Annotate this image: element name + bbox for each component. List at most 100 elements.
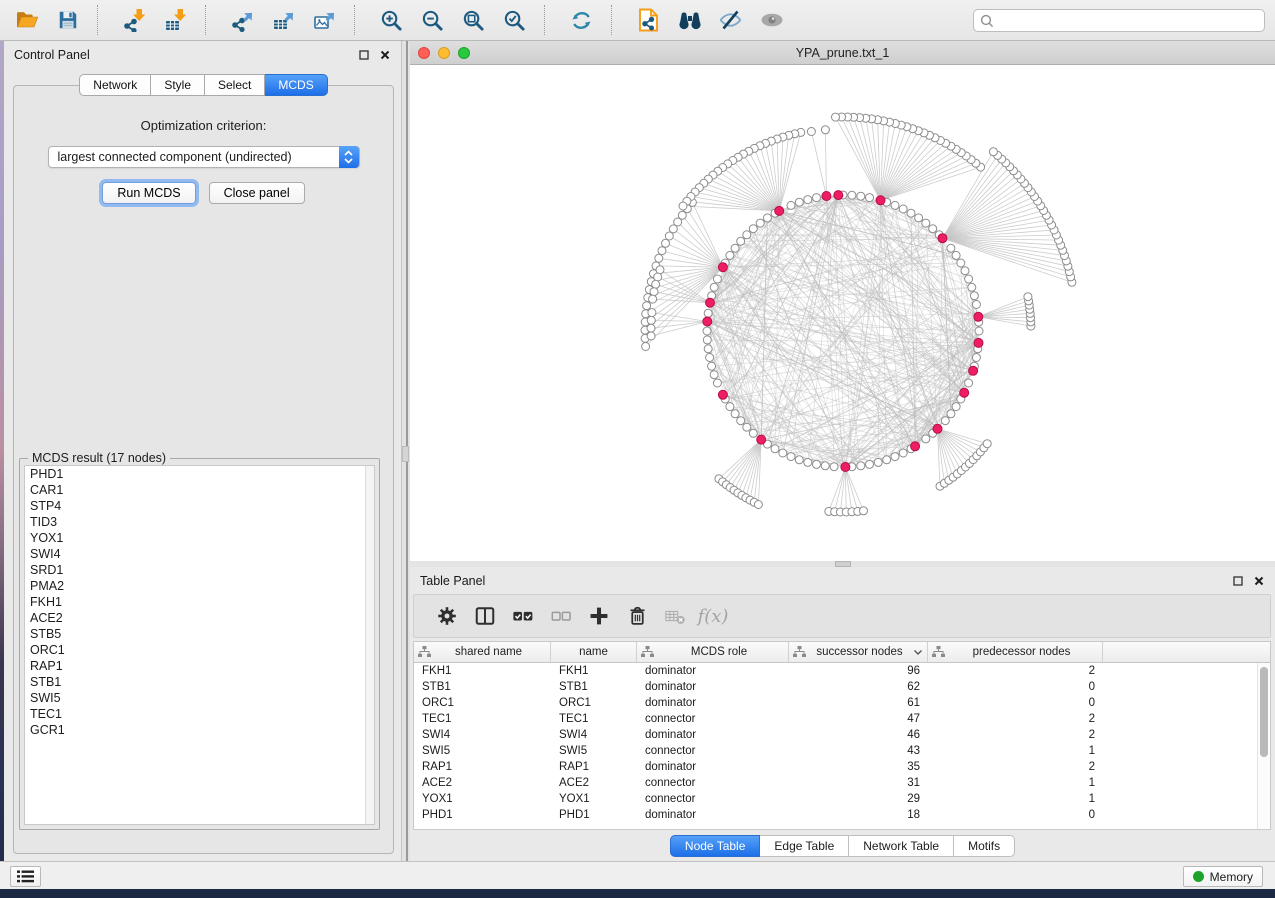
import-table-button[interactable] xyxy=(155,3,196,37)
result-list-item[interactable]: ORC1 xyxy=(25,642,374,658)
result-scrollbar[interactable] xyxy=(365,466,374,824)
add-column-button[interactable] xyxy=(580,598,618,634)
cell-successor-nodes: 18 xyxy=(789,809,928,821)
table-panel-title: Table Panel xyxy=(420,574,485,588)
column-header-predecessor-nodes[interactable]: predecessor nodes xyxy=(928,642,1103,662)
select-all-rows-button[interactable] xyxy=(504,598,542,634)
result-list-item[interactable]: STB1 xyxy=(25,674,374,690)
result-list-item[interactable]: YOX1 xyxy=(25,530,374,546)
network-canvas[interactable] xyxy=(410,65,1275,561)
memory-button[interactable]: Memory xyxy=(1183,866,1263,887)
cell-shared-name: YOX1 xyxy=(414,793,551,805)
toolbar-buttons xyxy=(6,3,792,37)
cell-predecessor-nodes: 2 xyxy=(928,665,1103,677)
table-scrollbar-thumb[interactable] xyxy=(1260,667,1268,757)
tab-mcds[interactable]: MCDS xyxy=(265,74,327,96)
zoom-selected-button[interactable] xyxy=(494,3,535,37)
cell-name: ACE2 xyxy=(551,777,637,789)
hierarchy-icon xyxy=(793,646,806,658)
table-row[interactable]: RAP1RAP1dominator352 xyxy=(414,759,1270,775)
zoom-in-button[interactable] xyxy=(371,3,412,37)
vertical-splitter[interactable] xyxy=(402,41,410,862)
import-network-icon xyxy=(123,8,147,32)
column-header-successor-nodes[interactable]: successor nodes xyxy=(789,642,928,662)
export-image-icon xyxy=(313,8,337,32)
close-panel-icon[interactable] xyxy=(379,49,391,61)
refresh-button[interactable] xyxy=(561,3,602,37)
cell-shared-name: RAP1 xyxy=(414,761,551,773)
column-header-MCDS-role[interactable]: MCDS role xyxy=(637,642,789,662)
table-row[interactable]: ORC1ORC1dominator610 xyxy=(414,695,1270,711)
tab-network-table[interactable]: Network Table xyxy=(849,835,954,857)
table-row[interactable]: TEC1TEC1connector472 xyxy=(414,711,1270,727)
gear-icon xyxy=(436,605,458,627)
open-file-button[interactable] xyxy=(6,3,47,37)
result-list-item[interactable]: TID3 xyxy=(25,514,374,530)
result-list-item[interactable]: SRD1 xyxy=(25,562,374,578)
tab-motifs[interactable]: Motifs xyxy=(954,835,1015,857)
result-list-item[interactable]: SWI5 xyxy=(25,690,374,706)
new-network-from-selection-button[interactable] xyxy=(628,3,669,37)
close-panel-button[interactable]: Close panel xyxy=(209,182,305,204)
zoom-out-button[interactable] xyxy=(412,3,453,37)
tab-style[interactable]: Style xyxy=(151,74,205,96)
float-panel-icon[interactable] xyxy=(358,49,370,61)
run-mcds-button[interactable]: Run MCDS xyxy=(102,182,195,204)
table-row[interactable]: YOX1YOX1connector291 xyxy=(414,791,1270,807)
result-list-item[interactable]: PMA2 xyxy=(25,578,374,594)
find-button[interactable] xyxy=(669,3,710,37)
result-list-item[interactable]: CAR1 xyxy=(25,482,374,498)
result-list-item[interactable]: GCR1 xyxy=(25,722,374,738)
splitter-grip[interactable] xyxy=(402,446,409,462)
table-x-icon xyxy=(663,605,687,627)
export-table-icon xyxy=(272,8,296,32)
result-list-item[interactable]: ACE2 xyxy=(25,610,374,626)
result-list-item[interactable]: FKH1 xyxy=(25,594,374,610)
column-layout-button[interactable] xyxy=(466,598,504,634)
mcds-result-list[interactable]: PHD1CAR1STP4TID3YOX1SWI4SRD1PMA2FKH1ACE2… xyxy=(24,465,375,825)
deselect-all-rows-button[interactable] xyxy=(542,598,580,634)
table-row[interactable]: SWI5SWI5connector431 xyxy=(414,743,1270,759)
table-row[interactable]: FKH1FKH1dominator962 xyxy=(414,663,1270,679)
memory-status-icon xyxy=(1193,871,1204,882)
result-list-item[interactable]: SWI4 xyxy=(25,546,374,562)
export-table-button[interactable] xyxy=(263,3,304,37)
export-image-button[interactable] xyxy=(304,3,345,37)
table-row[interactable]: SWI4SWI4dominator462 xyxy=(414,727,1270,743)
result-list-item[interactable]: RAP1 xyxy=(25,658,374,674)
cell-successor-nodes: 62 xyxy=(789,681,928,693)
save-session-button[interactable] xyxy=(47,3,88,37)
delete-column-button[interactable] xyxy=(618,598,656,634)
tab-node-table[interactable]: Node Table xyxy=(670,835,761,857)
cell-name: FKH1 xyxy=(551,665,637,677)
export-network-button[interactable] xyxy=(222,3,263,37)
table-settings-button[interactable] xyxy=(428,598,466,634)
tab-edge-table[interactable]: Edge Table xyxy=(760,835,849,857)
table-row[interactable]: STB1STB1dominator620 xyxy=(414,679,1270,695)
result-list-item[interactable]: STP4 xyxy=(25,498,374,514)
result-list-item[interactable]: PHD1 xyxy=(25,466,374,482)
tab-network[interactable]: Network xyxy=(79,74,151,96)
table-row[interactable]: PHD1PHD1dominator180 xyxy=(414,807,1270,823)
cell-MCDS-role: dominator xyxy=(637,809,789,821)
float-table-panel-icon[interactable] xyxy=(1232,575,1244,587)
result-list-item[interactable]: TEC1 xyxy=(25,706,374,722)
panel-menu-button[interactable] xyxy=(10,866,41,887)
table-row[interactable]: ACE2ACE2connector311 xyxy=(414,775,1270,791)
criterion-select[interactable]: largest connected component (undirected) xyxy=(48,146,360,168)
column-header-shared-name[interactable]: shared name xyxy=(414,642,551,662)
tab-select[interactable]: Select xyxy=(205,74,265,96)
hide-selected-button[interactable] xyxy=(710,3,751,37)
zoom-fit-button[interactable] xyxy=(453,3,494,37)
import-network-button[interactable] xyxy=(114,3,155,37)
result-list-item[interactable]: STB5 xyxy=(25,626,374,642)
cell-MCDS-role: dominator xyxy=(637,729,789,741)
binoculars-icon xyxy=(677,9,703,31)
select-stepper-icon xyxy=(339,146,359,168)
toolbar-separator xyxy=(97,5,110,35)
close-table-panel-icon[interactable] xyxy=(1253,575,1265,587)
search-input[interactable] xyxy=(999,14,1258,28)
table-scrollbar[interactable] xyxy=(1257,663,1270,829)
cell-name: ORC1 xyxy=(551,697,637,709)
column-header-name[interactable]: name xyxy=(551,642,637,662)
